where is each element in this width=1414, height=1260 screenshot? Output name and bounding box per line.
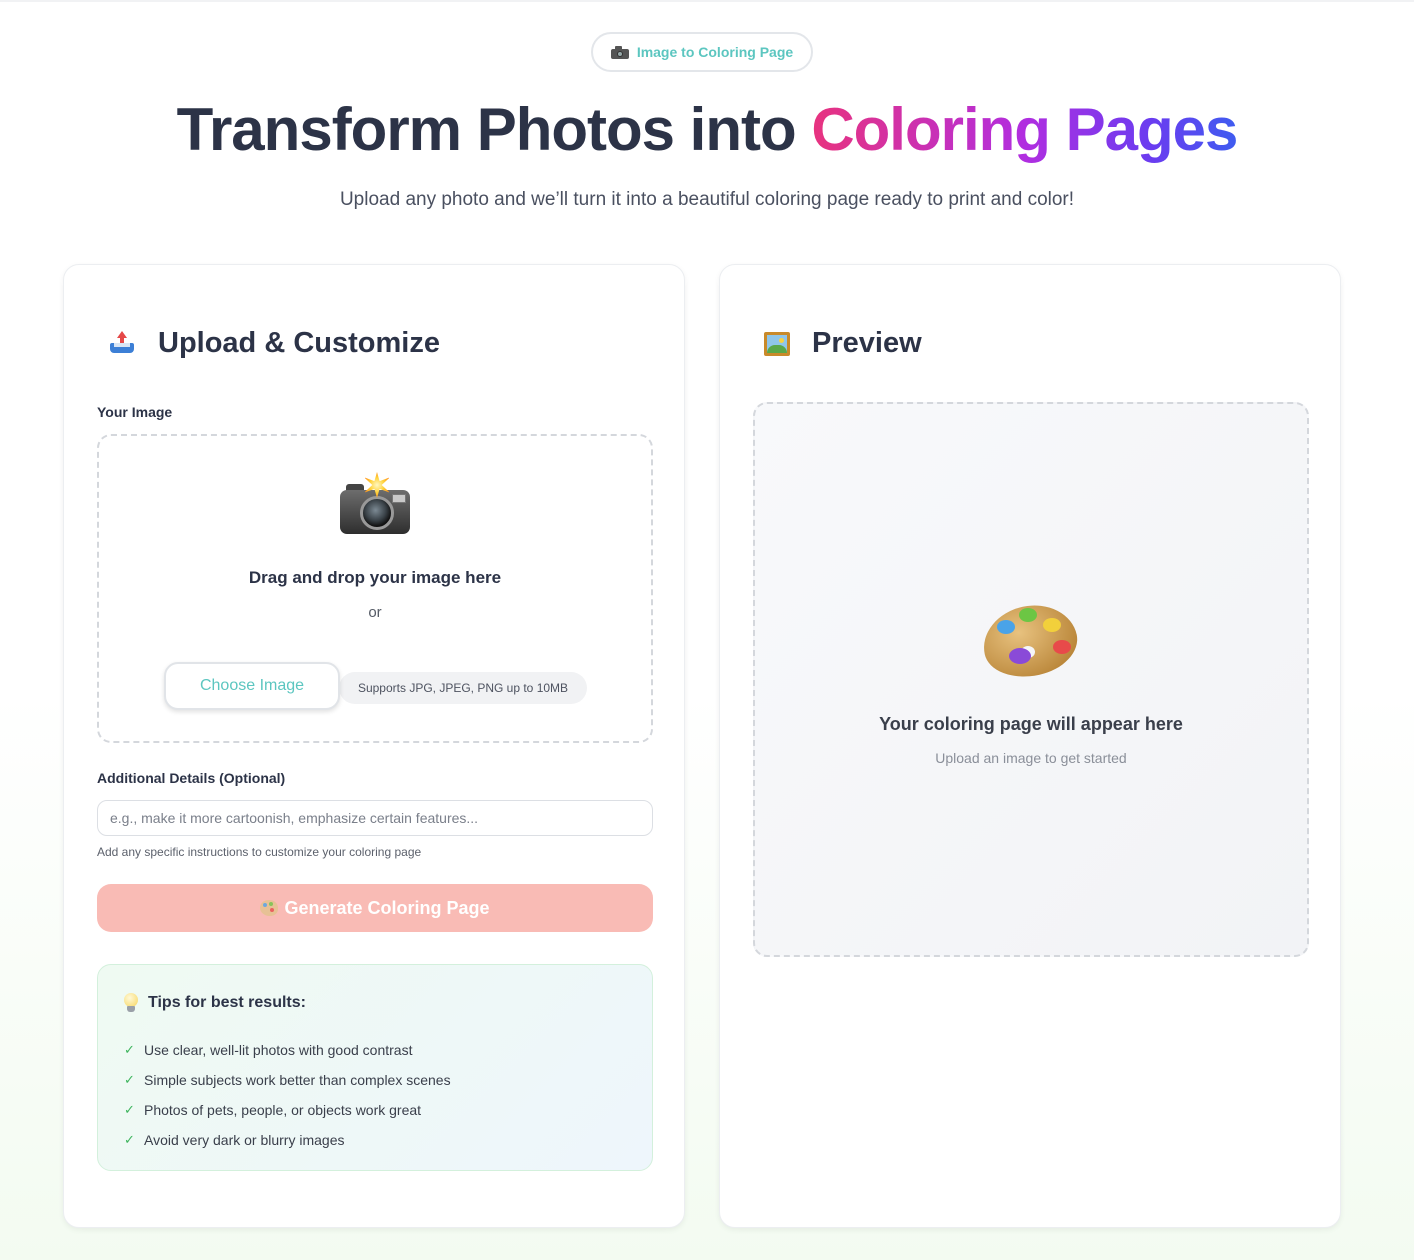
light-bulb-icon — [124, 993, 138, 1013]
preview-area: Your coloring page will appear here Uplo… — [753, 402, 1309, 957]
additional-details-label: Additional Details (Optional) — [97, 770, 286, 786]
upload-heading-text: Upload & Customize — [158, 327, 440, 359]
list-item: ✓ Avoid very dark or blurry images — [124, 1125, 451, 1155]
check-icon: ✓ — [124, 1132, 135, 1147]
tips-heading: Tips for best results: — [124, 993, 306, 1013]
upload-card: Upload & Customize Your Image Drag and d… — [63, 264, 685, 1228]
artist-palette-icon — [976, 596, 1084, 686]
title-plain: Transform Photos into — [176, 96, 812, 163]
generate-coloring-page-button[interactable]: Generate Coloring Page — [97, 884, 653, 932]
check-icon: ✓ — [124, 1102, 135, 1117]
generate-button-label: Generate Coloring Page — [284, 897, 490, 918]
palette-icon — [260, 900, 279, 916]
page-title: Transform Photos into Coloring Pages — [0, 92, 1414, 168]
camera-flash-icon — [338, 472, 414, 538]
tip-text: Simple subjects work better than complex… — [144, 1072, 451, 1088]
choose-image-button[interactable]: Choose Image — [164, 662, 340, 710]
dropzone-or: or — [368, 604, 382, 621]
additional-details-hint: Add any specific instructions to customi… — [97, 845, 422, 859]
top-divider — [0, 0, 1414, 2]
list-item: ✓ Use clear, well-lit photos with good co… — [124, 1035, 451, 1065]
title-highlight: Coloring Pages — [811, 96, 1238, 163]
camera-icon — [610, 45, 629, 59]
additional-details-input[interactable] — [97, 800, 653, 836]
image-dropzone[interactable]: Drag and drop your image here or Choose … — [97, 434, 653, 743]
tips-list: ✓ Use clear, well-lit photos with good co… — [124, 1035, 451, 1155]
list-item: ✓ Simple subjects work better than comple… — [124, 1065, 451, 1095]
check-icon: ✓ — [124, 1072, 135, 1087]
your-image-label: Your Image — [97, 404, 173, 420]
tip-text: Use clear, well-lit photos with good con… — [144, 1042, 413, 1058]
inbox-tray-icon — [108, 330, 136, 357]
supported-formats-badge: Supports JPG, JPEG, PNG up to 10MB — [339, 672, 587, 704]
tip-text: Photos of pets, people, or objects work … — [144, 1102, 422, 1118]
preview-heading: Preview — [764, 327, 922, 360]
page-subtitle: Upload any photo and we’ll turn it into … — [339, 189, 1075, 210]
list-item: ✓ Photos of pets, people, or objects work… — [124, 1095, 451, 1125]
preview-card: Preview Your coloring page will appear h… — [719, 264, 1341, 1228]
tip-text: Avoid very dark or blurry images — [144, 1132, 345, 1148]
tips-panel: Tips for best results: ✓ Use clear, well-… — [97, 964, 653, 1171]
feature-badge: Image to Coloring Page — [591, 32, 813, 72]
dropzone-text: Drag and drop your image here — [248, 568, 502, 587]
upload-heading: Upload & Customize — [108, 327, 440, 360]
preview-heading-text: Preview — [812, 327, 922, 359]
tips-title: Tips for best results: — [148, 994, 306, 1011]
badge-label: Image to Coloring Page — [636, 44, 794, 60]
check-icon: ✓ — [124, 1042, 135, 1057]
framed-picture-icon — [764, 331, 790, 356]
preview-empty-subtitle: Upload an image to get started — [935, 750, 1127, 766]
preview-empty-title: Your coloring page will appear here — [879, 714, 1183, 734]
